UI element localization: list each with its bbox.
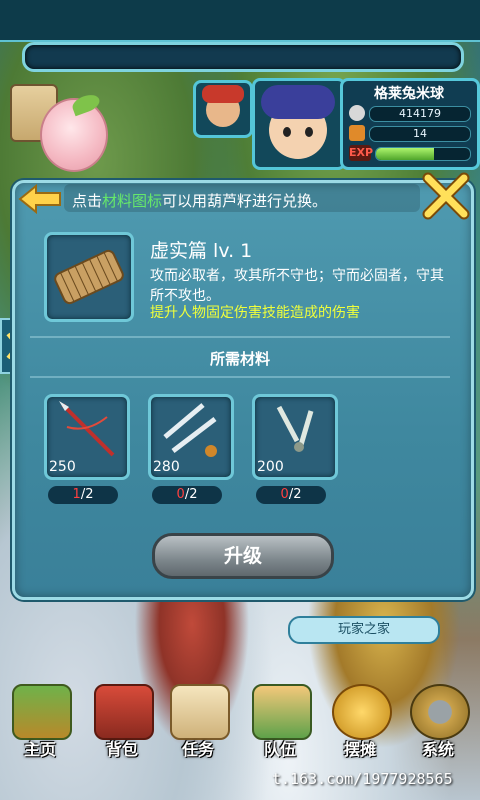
material-slot-1[interactable]: 250 xyxy=(44,394,130,480)
material-requirement-3: 0/2 xyxy=(256,486,326,504)
gear-icon xyxy=(410,684,470,740)
pet-avatar[interactable] xyxy=(193,80,253,138)
team-icon xyxy=(252,684,312,740)
material-count: 250 xyxy=(49,459,76,475)
player-stats-panel: 格莱兔米球 414179 14 EXP xyxy=(340,78,480,170)
gold-value: 14 xyxy=(413,127,427,140)
material-count: 280 xyxy=(153,459,180,475)
nav-system[interactable]: 系统 xyxy=(400,680,476,764)
gold-row: 14 xyxy=(349,125,471,142)
player-home-tag[interactable]: 玩家之家 xyxy=(288,616,440,644)
hint-text: 点击材料图标可以用葫芦籽进行兑换。 xyxy=(72,190,327,211)
silver-value: 414179 xyxy=(399,107,441,120)
nav-label: 队伍 xyxy=(263,740,296,759)
scroll-icon xyxy=(170,684,230,740)
material-count: 200 xyxy=(257,459,284,475)
nav-team[interactable]: 队伍 xyxy=(242,680,318,764)
nav-label: 背包 xyxy=(105,740,138,759)
house-icon xyxy=(12,684,72,740)
material-slot-2[interactable]: 280 xyxy=(148,394,234,480)
divider xyxy=(30,336,450,338)
materials-title: 所需材料 xyxy=(209,350,270,368)
skill-description: 攻而必取者，攻其所不守也；守而必固者，守其所不攻也。 xyxy=(150,268,444,304)
arrow-left-icon xyxy=(18,183,61,215)
silver-row: 414179 xyxy=(349,105,471,122)
hint-material-link: 材料图标 xyxy=(102,192,163,210)
silver-icon xyxy=(349,105,365,121)
close-icon xyxy=(422,172,470,220)
skill-effect: 提升人物固定伤害技能造成的伤害 xyxy=(150,305,360,321)
hint-prefix: 点击 xyxy=(72,192,103,210)
gold-icon xyxy=(349,125,365,141)
watermark: t.163.com/1977928565 xyxy=(272,770,453,788)
exp-label: EXP xyxy=(349,145,374,161)
exp-row: EXP xyxy=(349,145,471,161)
nav-label: 主页 xyxy=(23,740,56,759)
nav-stall[interactable]: 摆摊 xyxy=(322,680,398,764)
material-slot-3[interactable]: 200 xyxy=(252,394,338,480)
chest-icon xyxy=(94,684,154,740)
divider xyxy=(30,376,450,378)
hint-suffix: 可以用葫芦籽进行兑换。 xyxy=(162,192,328,210)
player-avatar[interactable] xyxy=(252,78,346,170)
nav-label: 任务 xyxy=(181,740,214,759)
nav-label: 系统 xyxy=(421,740,454,759)
daggers-icon xyxy=(276,405,314,452)
twin-swords-icon xyxy=(163,403,217,457)
spear-icon xyxy=(59,401,115,457)
bamboo-scroll-icon xyxy=(54,249,124,305)
skill-title: 虚实篇 lv. 1 xyxy=(150,240,253,262)
nav-bag[interactable]: 背包 xyxy=(84,680,160,764)
announcement-bar xyxy=(22,42,464,72)
exp-fill xyxy=(376,148,435,160)
material-requirement-2: 0/2 xyxy=(152,486,222,504)
nav-home[interactable]: 主页 xyxy=(2,680,78,764)
player-name: 格莱兔米球 xyxy=(374,86,444,102)
exp-bar xyxy=(375,147,471,161)
coin-icon xyxy=(332,684,392,740)
top-bar xyxy=(0,0,480,42)
skill-book-slot[interactable] xyxy=(44,232,134,322)
nav-quest[interactable]: 任务 xyxy=(160,680,236,764)
material-requirement-1: 1/2 xyxy=(48,486,118,504)
nav-label: 摆摊 xyxy=(343,740,376,759)
close-button[interactable] xyxy=(420,172,472,220)
upgrade-button[interactable]: 升级 xyxy=(152,533,334,579)
back-button[interactable] xyxy=(18,183,62,215)
